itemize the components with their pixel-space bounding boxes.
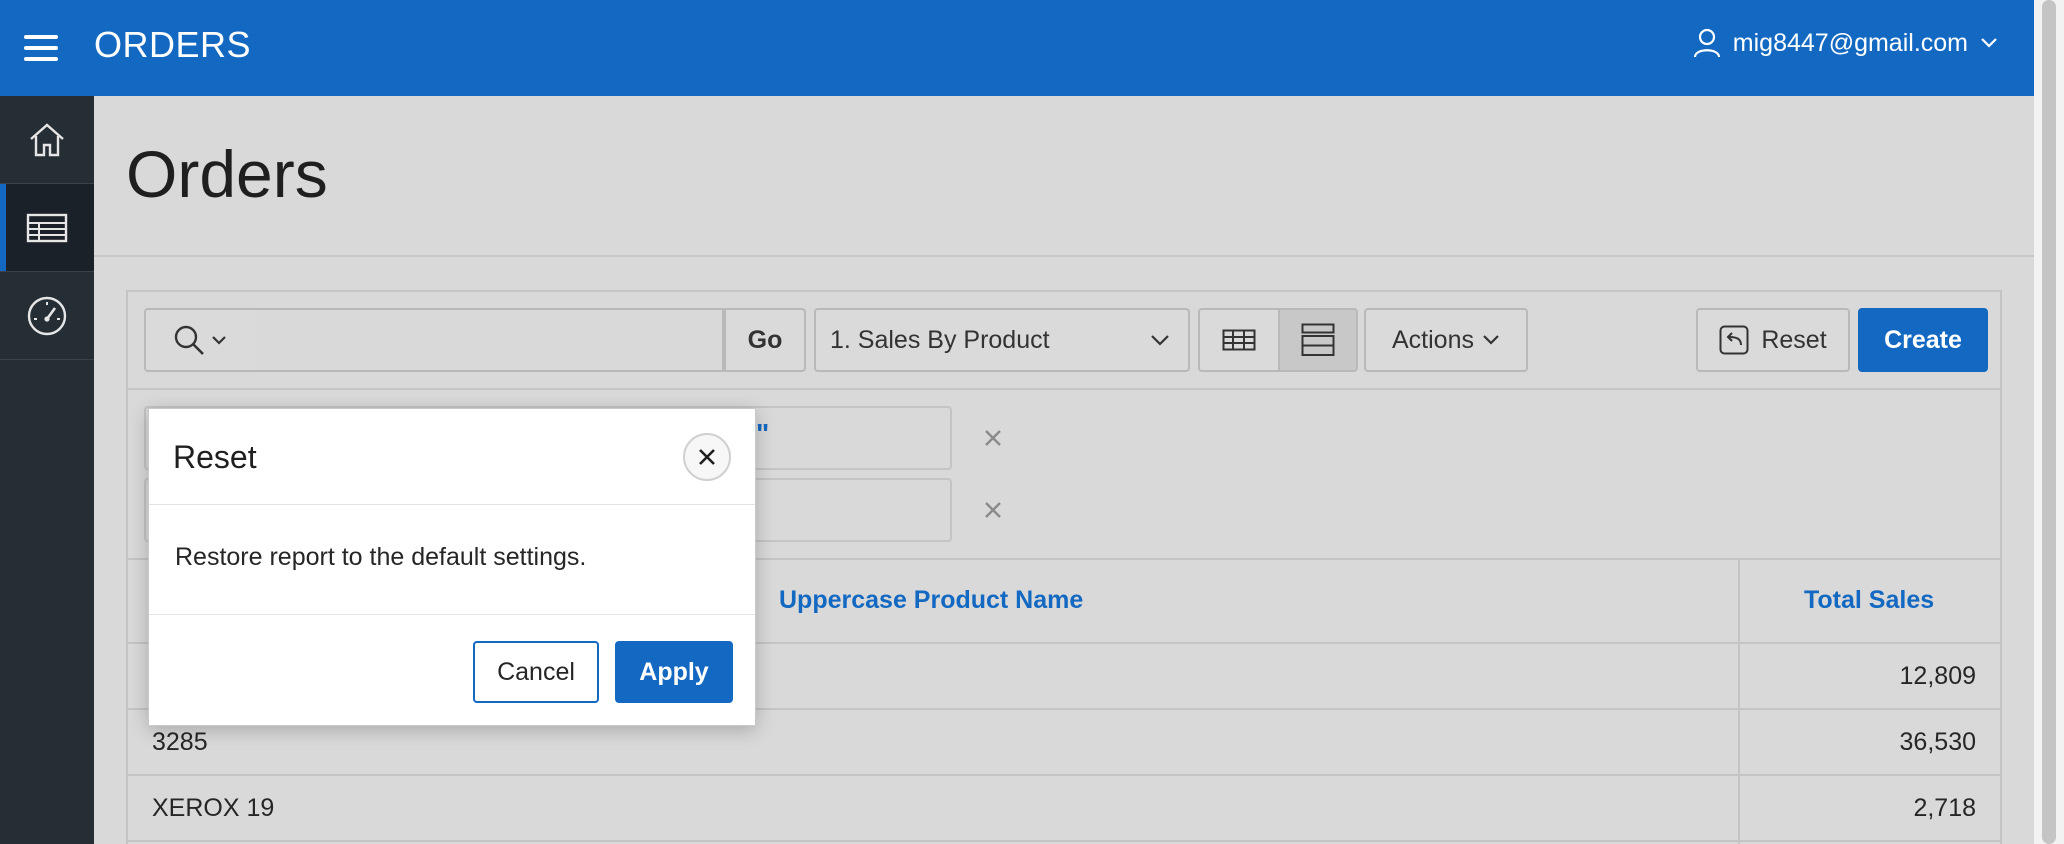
- filter-text: ": [756, 418, 770, 449]
- chevron-down-icon: [1483, 335, 1499, 345]
- reset-button[interactable]: Reset: [1696, 308, 1850, 372]
- chevron-down-icon: [1151, 335, 1169, 346]
- home-icon: [30, 122, 64, 156]
- app-title[interactable]: ORDERS: [94, 24, 251, 66]
- create-button[interactable]: Create: [1858, 308, 1988, 372]
- dashboard-gauge-icon: [27, 296, 67, 335]
- chevron-down-icon: [212, 336, 226, 345]
- search-input[interactable]: [254, 308, 724, 372]
- dialog-body: Restore report to the default settings.: [149, 505, 755, 615]
- close-icon: [985, 430, 1001, 446]
- close-icon: [699, 449, 715, 465]
- close-icon: [985, 502, 1001, 518]
- view-report-button[interactable]: [1198, 308, 1280, 372]
- user-icon: [1693, 28, 1720, 58]
- group-by-view-button[interactable]: [1278, 308, 1358, 372]
- nav-item-dashboard[interactable]: [0, 272, 94, 360]
- nav-item-orders[interactable]: [0, 184, 94, 272]
- dialog-title: Reset: [173, 439, 257, 475]
- remove-filter-button[interactable]: [978, 495, 1008, 525]
- dialog-message: Restore report to the default settings.: [175, 543, 587, 571]
- column-header-total-sales[interactable]: Total Sales: [1804, 586, 1934, 615]
- group-by-view-icon: [1301, 323, 1335, 356]
- cell-total-sales: 12,809: [1899, 662, 1976, 690]
- actions-label: Actions: [1392, 325, 1474, 354]
- reset-dialog: Reset Restore report to the default sett…: [148, 408, 756, 726]
- hamburger-icon-line: [24, 57, 58, 61]
- user-menu[interactable]: mig8447@gmail.com: [1693, 28, 1998, 58]
- cell-product-name: XEROX 19: [152, 794, 275, 822]
- dialog-close-button[interactable]: [683, 433, 731, 481]
- reset-label: Reset: [1761, 325, 1827, 354]
- reset-icon: [1719, 325, 1749, 355]
- user-email: mig8447@gmail.com: [1732, 28, 1968, 57]
- saved-report-select[interactable]: 1. Sales By Product: [814, 308, 1190, 372]
- page-title-bar: Orders: [94, 96, 2034, 257]
- table-row: XEROX 19 2,718: [128, 776, 2000, 842]
- search-column-selector[interactable]: [144, 308, 256, 372]
- table-icon: [26, 213, 68, 242]
- nav-item-home[interactable]: [0, 96, 94, 184]
- page-title: Orders: [126, 137, 328, 211]
- hamburger-icon: [24, 35, 58, 39]
- go-button[interactable]: Go: [724, 308, 806, 372]
- scrollbar-thumb[interactable]: [2042, 0, 2056, 844]
- grid-view-icon: [1222, 329, 1256, 351]
- chevron-down-icon: [1981, 38, 1997, 48]
- remove-filter-button[interactable]: [978, 423, 1008, 453]
- cancel-button[interactable]: Cancel: [473, 641, 599, 703]
- side-navigation: [0, 96, 94, 844]
- app-header: ORDERS mig8447@gmail.com: [0, 0, 2034, 96]
- saved-report-value: 1. Sales By Product: [830, 325, 1050, 354]
- report-toolbar: Go 1. Sales By Product Actions Reset Cre…: [128, 292, 2000, 390]
- actions-menu-button[interactable]: Actions: [1364, 308, 1528, 372]
- apply-button[interactable]: Apply: [615, 641, 733, 703]
- menu-toggle-button[interactable]: [24, 28, 64, 68]
- cell-total-sales: 36,530: [1899, 728, 1976, 756]
- hamburger-icon-line: [24, 46, 58, 50]
- dialog-header: Reset: [149, 409, 755, 505]
- search-icon: [174, 325, 204, 355]
- column-header-product-name[interactable]: Uppercase Product Name: [779, 586, 1083, 615]
- page-scrollbar[interactable]: [2034, 0, 2064, 844]
- cell-total-sales: 2,718: [1913, 794, 1976, 822]
- cell-product-name: 3285: [152, 728, 208, 756]
